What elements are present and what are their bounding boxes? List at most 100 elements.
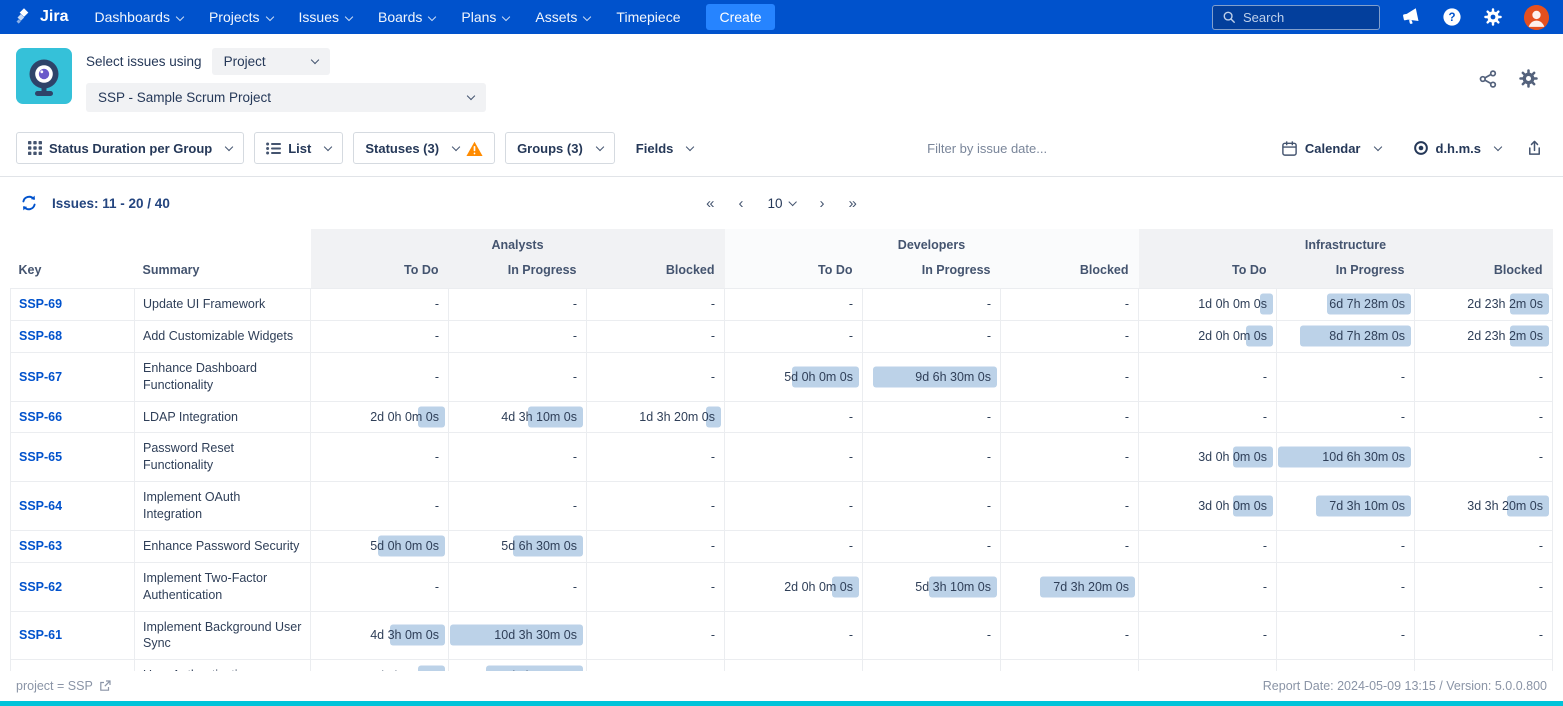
duration-cell: -	[587, 289, 725, 321]
status-column-header[interactable]: To Do	[1139, 257, 1277, 289]
calendar-select[interactable]: Calendar	[1270, 132, 1392, 164]
grid-icon	[28, 141, 42, 155]
status-duration-table: AnalystsDevelopersInfrastructureKeySumma…	[10, 229, 1553, 671]
duration-cell: -	[1415, 611, 1553, 660]
duration-cell: -	[1001, 433, 1139, 482]
warning-icon	[466, 141, 483, 156]
status-column-header[interactable]: Blocked	[587, 257, 725, 289]
duration-cell: -	[863, 433, 1001, 482]
summary-column-header[interactable]: Summary	[135, 257, 311, 289]
refresh-button[interactable]	[16, 190, 42, 216]
settings-gear-icon[interactable]	[1483, 7, 1503, 27]
filter-link[interactable]: project = SSP	[16, 679, 111, 693]
duration-cell: -	[311, 320, 449, 352]
issue-key-link[interactable]: SSP-67	[19, 370, 62, 384]
jira-home-link[interactable]: Jira	[14, 7, 68, 27]
issue-source-controls: Select issues using Project SSP - Sample…	[86, 48, 486, 112]
duration-cell: -	[1001, 660, 1139, 671]
duration-cell: -	[863, 320, 1001, 352]
export-icon[interactable]	[1522, 135, 1547, 161]
chevron-down-icon	[467, 92, 475, 100]
fields-button[interactable]: Fields	[625, 132, 705, 164]
user-avatar[interactable]	[1524, 5, 1549, 30]
duration-cell: -	[449, 482, 587, 531]
view-select[interactable]: List	[254, 132, 343, 164]
issue-key-link[interactable]: SSP-69	[19, 297, 62, 311]
issue-key-link[interactable]: SSP-61	[19, 628, 62, 642]
page-size-select[interactable]: 10	[767, 196, 795, 211]
nav-plans[interactable]: Plans	[461, 9, 509, 25]
next-page-button[interactable]: ›	[820, 196, 825, 211]
duration-cell: -	[449, 320, 587, 352]
issue-key-link[interactable]: SSP-68	[19, 329, 62, 343]
issue-row: SSP-61Implement Background User Sync4d 3…	[11, 611, 1553, 660]
select-issues-label: Select issues using	[86, 54, 202, 69]
nav-issues[interactable]: Issues	[299, 9, 352, 25]
project-value: SSP - Sample Scrum Project	[98, 90, 271, 105]
duration-cell: 7d 3h 10m 0s	[1277, 482, 1415, 531]
duration-cell: -	[725, 289, 863, 321]
prev-page-button[interactable]: ‹	[738, 196, 743, 211]
announcements-icon[interactable]	[1401, 7, 1421, 27]
last-page-button[interactable]: »	[849, 196, 857, 211]
duration-cell: -	[587, 611, 725, 660]
help-icon[interactable]: ?	[1442, 7, 1462, 27]
nav-right-cluster: ?	[1212, 5, 1549, 30]
search-icon	[1222, 10, 1236, 24]
list-view-icon	[266, 142, 281, 155]
issue-key-link[interactable]: SSP-66	[19, 410, 62, 424]
status-column-header[interactable]: Blocked	[1001, 257, 1139, 289]
statuses-filter-button[interactable]: Statuses (3)	[353, 132, 495, 164]
duration-cell: -	[1001, 320, 1139, 352]
chevron-down-icon	[428, 13, 436, 21]
chevron-down-icon	[345, 13, 353, 21]
duration-cell: -	[587, 433, 725, 482]
issue-key-link[interactable]: SSP-65	[19, 450, 62, 464]
groups-filter-button[interactable]: Groups (3)	[505, 132, 615, 164]
nav-assets[interactable]: Assets	[535, 9, 590, 25]
duration-cell: 2d 0h 0m 0s	[311, 401, 449, 433]
issue-row: SSP-67Enhance Dashboard Functionality---…	[11, 352, 1553, 401]
chevron-down-icon	[1373, 142, 1381, 150]
nav-projects[interactable]: Projects	[209, 9, 273, 25]
top-navigation: Jira Dashboards Projects Issues Boards P…	[0, 0, 1563, 34]
duration-cell: -	[725, 660, 863, 671]
nav-boards[interactable]: Boards	[378, 9, 435, 25]
duration-cell: -	[1277, 611, 1415, 660]
report-info: Report Date: 2024-05-09 13:15 / Version:…	[1263, 679, 1547, 693]
search-box[interactable]	[1212, 5, 1380, 30]
report-footer: project = SSP Report Date: 2024-05-09 13…	[0, 671, 1563, 701]
duration-cell: -	[1139, 401, 1277, 433]
issue-row: SSP-63Enhance Password Security5d 0h 0m …	[11, 530, 1553, 562]
duration-cell: 10d 3h 30m 0s	[449, 611, 587, 660]
search-input[interactable]	[1243, 10, 1363, 25]
status-column-header[interactable]: To Do	[725, 257, 863, 289]
issue-summary: Implement OAuth Integration	[135, 482, 311, 531]
issues-bar: Issues: 11 - 20 / 40 « ‹ 10 › »	[0, 177, 1563, 229]
nav-timepiece[interactable]: Timepiece	[616, 9, 680, 25]
report-type-select[interactable]: Status Duration per Group	[16, 132, 244, 164]
project-select[interactable]: SSP - Sample Scrum Project	[86, 83, 486, 112]
share-icon[interactable]	[1478, 69, 1498, 89]
issue-key-link[interactable]: SSP-62	[19, 580, 62, 594]
report-settings-gear-icon[interactable]	[1518, 68, 1539, 89]
duration-format-select[interactable]: d.h.m.s	[1402, 132, 1513, 164]
first-page-button[interactable]: «	[706, 196, 714, 211]
duration-cell: -	[587, 660, 725, 671]
issue-summary: Enhance Password Security	[135, 530, 311, 562]
status-column-header[interactable]: In Progress	[449, 257, 587, 289]
create-button[interactable]: Create	[706, 4, 774, 30]
status-column-header[interactable]: In Progress	[1277, 257, 1415, 289]
issue-source-select[interactable]: Project	[212, 48, 330, 75]
issue-key-link[interactable]: SSP-64	[19, 499, 62, 513]
issue-summary: Add Customizable Widgets	[135, 320, 311, 352]
status-column-header[interactable]: Blocked	[1415, 257, 1553, 289]
status-column-header[interactable]: In Progress	[863, 257, 1001, 289]
issue-key-link[interactable]: SSP-63	[19, 539, 62, 553]
issue-date-filter[interactable]: Filter by issue date...	[927, 141, 1047, 156]
key-column-header[interactable]: Key	[11, 257, 135, 289]
nav-dashboards[interactable]: Dashboards	[94, 9, 183, 25]
timepiece-app-icon	[16, 48, 72, 104]
duration-cell: -	[725, 401, 863, 433]
status-column-header[interactable]: To Do	[311, 257, 449, 289]
